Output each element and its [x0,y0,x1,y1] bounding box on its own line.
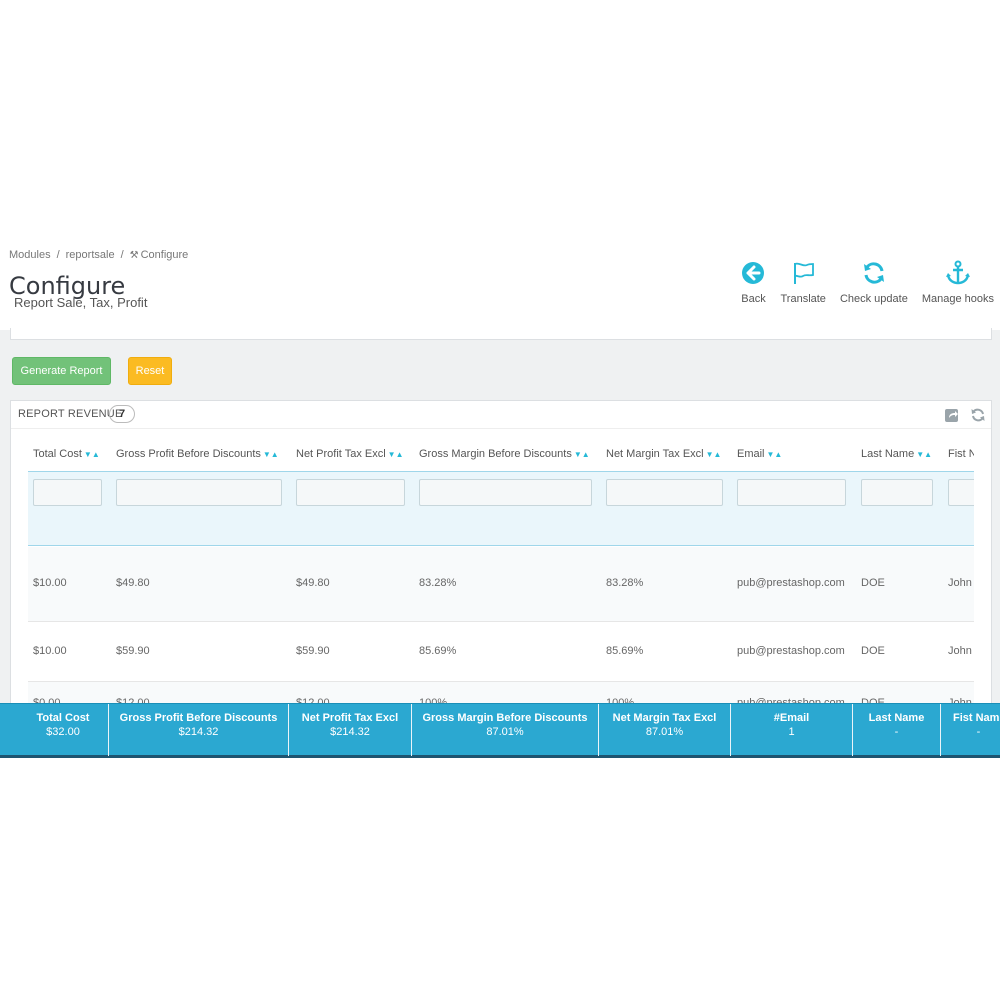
totals-footer: Total Cost $32.00 Gross Profit Before Di… [0,703,1000,758]
filter-input-net-profit[interactable] [296,479,405,506]
footer-label: Net Profit Tax Excl [301,712,399,724]
back-button[interactable]: Back [740,260,766,305]
translate-label: Translate [780,293,826,305]
page-header: Modules / reportsale / ⚒ Configure Configure … [0,240,1000,330]
column-header[interactable]: Fist N [948,448,974,460]
table-cell: $59.90 [116,645,150,657]
filter-input-email[interactable] [737,479,846,506]
footer-value: $214.32 [178,726,219,738]
column-header[interactable]: Gross Margin Before Discounts ▼▲ [419,448,590,460]
column-header[interactable]: Net Profit Tax Excl ▼▲ [296,448,404,460]
table-cell: pub@prestashop.com [737,577,845,589]
toolbar: Back Translate Check update Manage hooks [726,260,994,305]
check-update-label: Check update [839,293,908,305]
sort-arrows-icon[interactable]: ▼▲ [916,450,932,459]
manage-hooks-button[interactable]: Manage hooks [922,260,994,305]
table-cell: DOE [861,577,885,589]
back-label: Back [741,293,766,305]
translate-button[interactable]: Translate [780,260,826,305]
column-header[interactable]: Total Cost ▼▲ [33,448,100,460]
footer-net-profit: Net Profit Tax Excl $214.32 [289,704,412,756]
footer-last-name: Last Name - [853,704,941,756]
table-cell: pub@prestashop.com [737,645,845,657]
sort-arrows-icon[interactable]: ▼▲ [574,450,590,459]
module-configure-screen: Modules / reportsale / ⚒ Configure Configure … [0,240,1000,758]
panel-title: REPORT REVENUE [18,408,123,420]
breadcrumb-item-modules[interactable]: Modules [9,249,51,261]
footer-value: $214.32 [330,726,370,738]
breadcrumb-item-configure: Configure [140,249,189,261]
anchor-icon [945,260,970,285]
table-cell: DOE [861,645,885,657]
table-cell: $49.80 [296,577,330,589]
record-count-badge: 7 [109,405,135,423]
check-update-button[interactable]: Check update [840,260,908,305]
filter-input-gross-profit[interactable] [116,479,282,506]
footer-label: Gross Margin Before Discounts [422,712,588,724]
footer-value: 1 [788,726,795,738]
table-cell: 85.69% [606,645,644,657]
footer-value: 87.01% [645,726,684,738]
table-cell: John [948,645,972,657]
table-cell: 83.28% [419,577,457,589]
column-header[interactable]: Net Margin Tax Excl ▼▲ [606,448,721,460]
footer-net-margin: Net Margin Tax Excl 87.01% [599,704,731,756]
footer-gross-margin: Gross Margin Before Discounts 87.01% [412,704,599,756]
refresh-icon [863,262,884,284]
sort-arrows-icon[interactable]: ▼▲ [388,450,404,459]
manage-hooks-label: Manage hooks [921,293,994,305]
footer-email-count: #Email 1 [731,704,853,756]
footer-label: #Email [773,712,810,724]
footer-label: Last Name [868,712,925,724]
filter-input-net-margin[interactable] [606,479,723,506]
page-subtitle: Report Sale, Tax, Profit [14,295,148,310]
panel-heading: REPORT REVENUE 7 [11,401,991,429]
breadcrumb-separator: / [56,249,60,261]
generate-report-button[interactable]: Generate Report [12,357,111,385]
footer-label: Total Cost [36,712,90,724]
breadcrumb-separator: / [120,249,124,261]
table-cell: $49.80 [116,577,150,589]
column-header[interactable]: Last Name ▼▲ [861,448,932,460]
options-panel [10,328,992,340]
footer-label: Fist Nam [953,712,1000,724]
flag-icon [794,262,815,284]
wrench-icon: ⚒ [129,250,139,261]
footer-total-cost: Total Cost $32.00 [0,704,109,756]
footer-label: Net Margin Tax Excl [612,712,717,724]
sort-arrows-icon[interactable]: ▼▲ [84,450,100,459]
table-cell: 83.28% [606,577,644,589]
export-icon[interactable] [944,407,960,423]
sort-arrows-icon[interactable]: ▼▲ [706,450,722,459]
breadcrumb-item-reportsale[interactable]: reportsale [66,249,115,261]
table-cell: $59.90 [296,645,330,657]
footer-value: - [976,726,981,738]
footer-value: 87.01% [486,726,524,738]
table-cell: 85.69% [419,645,457,657]
sort-arrows-icon[interactable]: ▼▲ [263,450,279,459]
filter-input-last-name[interactable] [861,479,933,506]
sort-arrows-icon[interactable]: ▼▲ [767,450,783,459]
footer-label: Gross Profit Before Discounts [119,712,278,724]
filter-input-first-name[interactable] [948,479,974,506]
footer-value: $32.00 [46,726,80,738]
table-cell: $10.00 [33,577,67,589]
column-header[interactable]: Email ▼▲ [737,448,782,460]
refresh-list-icon[interactable] [970,407,986,423]
breadcrumb: Modules / reportsale / ⚒ Configure [9,249,188,261]
filter-input-gross-margin[interactable] [419,479,592,506]
footer-gross-profit: Gross Profit Before Discounts $214.32 [109,704,289,756]
reset-button[interactable]: Reset [128,357,172,385]
table-cell: $10.00 [33,645,67,657]
column-header[interactable]: Gross Profit Before Discounts ▼▲ [116,448,279,460]
footer-first-name: Fist Nam - [941,704,1000,756]
footer-value: - [894,726,899,738]
back-arrow-icon [742,262,765,284]
table-cell: John [948,577,972,589]
filter-input-total-cost[interactable] [33,479,102,506]
